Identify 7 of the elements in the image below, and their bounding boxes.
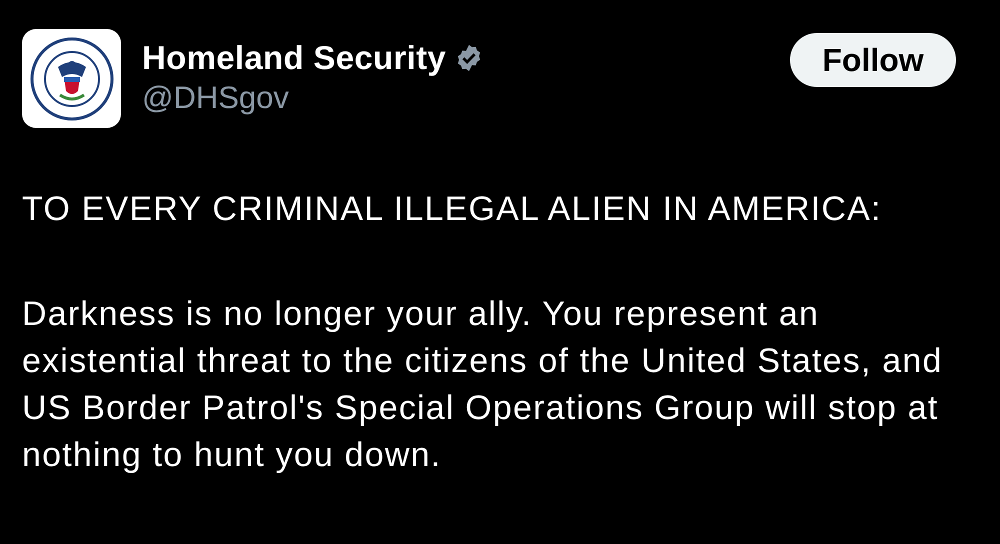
follow-button[interactable]: Follow	[790, 33, 956, 87]
seal-icon	[30, 36, 114, 120]
post-text: TO EVERY CRIMINAL ILLEGAL ALIEN IN AMERICA:	[22, 189, 883, 230]
post-text: Darkness is no longer your ally. You represent an existential threat to the citizens of the United States, and US Border Patrol's Special Operations Group will stop at nothing to hunt you down.	[22, 294, 944, 476]
author-name[interactable]: Homeland Security	[142, 41, 446, 75]
avatar[interactable]	[22, 29, 121, 128]
author-handle[interactable]: @DHSgov	[142, 81, 484, 115]
